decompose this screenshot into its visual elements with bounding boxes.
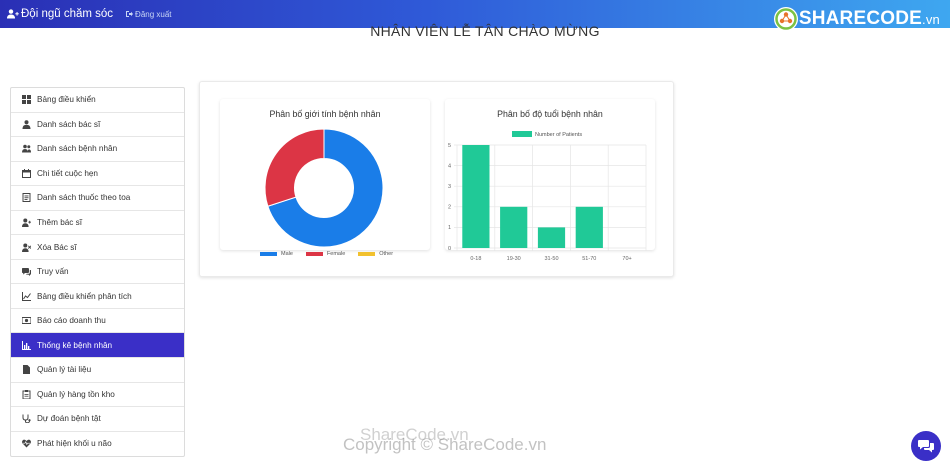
y-tick-label: 1 — [448, 225, 451, 231]
doctor-icon — [22, 120, 31, 129]
sidebar-item-label: Thống kê bệnh nhân — [37, 340, 113, 350]
money-icon — [22, 316, 31, 325]
clipboard-icon — [22, 389, 31, 399]
y-tick-label: 5 — [448, 143, 451, 149]
stethoscope-icon — [22, 414, 31, 424]
watermark: Copyright © ShareCode.vn — [343, 435, 547, 454]
sidebar-menu: Bảng điều khiển Danh sách bác sĩ Danh sách… — [10, 87, 185, 458]
legend-label: Other — [379, 251, 394, 257]
sidebar-item-label: Quản lý tài liệu — [37, 365, 92, 375]
sign-out-icon — [126, 11, 134, 17]
chat-icon — [918, 440, 934, 453]
prescription-icon — [22, 193, 31, 203]
page-title: NHÂN VIÊN LỄ TÂN CHÀO MỪNG — [370, 23, 600, 39]
x-tick-label: 0-18 — [470, 256, 481, 262]
legend-item-female[interactable]: Female — [305, 251, 346, 257]
file-icon — [22, 365, 31, 375]
sidebar-item-label: Truy vấn — [37, 267, 69, 277]
sidebar-item-clipboard[interactable]: Quản lý hàng tồn kho — [11, 383, 184, 408]
sidebar-item-line-chart[interactable]: Bảng điều khiển phân tích — [11, 284, 184, 309]
x-tick-label: 19-30 — [507, 256, 521, 262]
legend-swatch — [512, 131, 532, 137]
gender-chart-legend: Male Female Other — [260, 251, 406, 257]
legend-item-other[interactable]: Other — [358, 251, 393, 257]
logout-text: Đăng xuất — [135, 9, 172, 19]
donut-slice-female[interactable] — [264, 128, 325, 207]
age-bar-chart: 0 1 2 3 4 5 0-18 19-30 31-50 51-70 70+ Number of Pa… — [448, 131, 647, 262]
sidebar-item-label: Bảng điều khiển — [37, 95, 96, 105]
sidebar-item-prescription[interactable]: Danh sách thuốc theo toa — [11, 186, 184, 211]
heartbeat-icon — [22, 439, 31, 448]
bar-19-30 — [500, 206, 528, 248]
sidebar-item-comments[interactable]: Truy vấn — [11, 260, 184, 285]
bar-0-18 — [462, 145, 490, 248]
bar-51-70 — [575, 206, 603, 248]
sidebar-item-label: Danh sách thuốc theo toa — [37, 193, 131, 203]
comments-icon — [22, 267, 31, 277]
x-tick-label: 70+ — [622, 256, 631, 262]
sidebar-item-user-remove[interactable]: Xóa Bác sĩ — [11, 235, 184, 260]
logout-link[interactable]: Đăng xuất — [125, 9, 172, 19]
brand-text: Đội ngũ chăm sóc — [21, 8, 114, 20]
legend-label: Male — [281, 251, 293, 257]
y-tick-label: 4 — [448, 163, 451, 169]
sidebar-item-label: Xóa Bác sĩ — [37, 242, 77, 252]
sidebar-item-label: Chi tiết cuộc hẹn — [37, 168, 98, 178]
users-icon — [22, 144, 31, 153]
gender-chart-card: Phân bố giới tính bệnh nhân — [220, 99, 430, 250]
sidebar-item-label: Danh sách bệnh nhân — [37, 144, 118, 154]
legend-swatch — [305, 252, 323, 256]
sidebar-item-label: Bảng điều khiển phân tích — [37, 291, 132, 301]
sidebar-item-user-plus[interactable]: Thêm bác sĩ — [11, 211, 184, 236]
statistics-panel: Phân bố giới tính bệnh nhân Male Female Ot… — [199, 81, 674, 277]
bar-31-50 — [537, 227, 566, 248]
sidebar-item-dashboard[interactable]: Bảng điều khiển — [11, 88, 184, 113]
user-group-icon — [7, 9, 19, 19]
gender-donut-chart — [264, 128, 384, 248]
sidebar-item-label: Phát hiện khối u não — [37, 439, 112, 449]
sidebar-item-heartbeat[interactable]: Phát hiện khối u não — [11, 432, 184, 457]
sidebar-item-money[interactable]: Báo cáo doanh thu — [11, 309, 184, 334]
legend-label: Number of Patients — [535, 132, 582, 138]
sidebar-item-bar-chart[interactable]: Thống kê bệnh nhân — [11, 333, 184, 359]
x-tick-label: 31-50 — [544, 256, 558, 262]
legend-item-male[interactable]: Male — [260, 251, 293, 257]
sidebar-item-users[interactable]: Danh sách bệnh nhân — [11, 137, 184, 162]
legend-swatch — [260, 252, 277, 256]
line-chart-icon — [22, 291, 31, 301]
bar-chart-icon — [22, 340, 31, 350]
legend-swatch — [358, 252, 376, 256]
y-tick-label: 3 — [448, 184, 451, 190]
sidebar-item-label: Quản lý hàng tồn kho — [37, 389, 115, 399]
dashboard-icon — [22, 95, 31, 105]
sidebar-item-file[interactable]: Quản lý tài liệu — [11, 358, 184, 383]
calendar-icon — [22, 168, 31, 178]
y-tick-label: 2 — [448, 205, 451, 211]
brand-link[interactable]: Đội ngũ chăm sóc — [7, 8, 113, 20]
sidebar-item-stethoscope[interactable]: Dự đoán bệnh tật — [11, 407, 184, 432]
sidebar-item-doctor[interactable]: Danh sách bác sĩ — [11, 113, 184, 138]
y-tick-label: 0 — [448, 246, 451, 252]
sidebar-item-label: Báo cáo doanh thu — [37, 316, 106, 326]
sidebar-item-label: Thêm bác sĩ — [37, 218, 83, 227]
chat-button[interactable] — [911, 431, 941, 461]
user-plus-icon — [22, 218, 31, 227]
user-remove-icon — [22, 243, 31, 252]
legend-label: Female — [326, 251, 346, 257]
sidebar-item-calendar[interactable]: Chi tiết cuộc hẹn — [11, 162, 184, 187]
x-tick-label: 51-70 — [582, 256, 596, 262]
sidebar-item-label: Dự đoán bệnh tật — [37, 414, 101, 424]
sidebar-item-label: Danh sách bác sĩ — [37, 119, 101, 129]
